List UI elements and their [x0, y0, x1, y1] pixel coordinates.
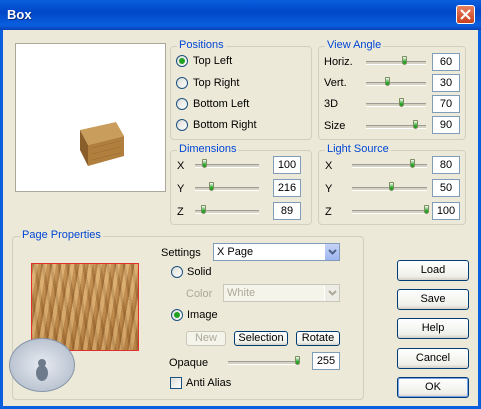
light-z-label: Z — [325, 206, 332, 218]
dim-z-label: Z — [177, 206, 184, 218]
help-button[interactable]: Help — [397, 318, 469, 339]
light-x-input[interactable]: 80 — [432, 156, 460, 174]
opaque-slider-thumb[interactable] — [295, 356, 300, 365]
light-y-slider-thumb[interactable] — [388, 182, 394, 191]
color-dropdown-button[interactable] — [324, 285, 339, 301]
selection-button[interactable]: Selection — [234, 331, 288, 346]
dim-y-slider[interactable] — [195, 187, 259, 191]
horiz-slider[interactable] — [366, 61, 426, 65]
view-angle-group-label: View Angle — [325, 39, 384, 51]
chevron-down-icon — [328, 290, 337, 296]
horiz-input[interactable]: 60 — [432, 53, 460, 71]
opaque-slider[interactable] — [228, 361, 298, 365]
dimensions-group-label: Dimensions — [177, 143, 239, 155]
light-source-group-label: Light Source — [325, 143, 391, 155]
radio-top-right[interactable] — [176, 77, 188, 89]
radio-image-label: Image — [187, 309, 218, 321]
3d-label: 3D — [324, 98, 339, 110]
page-properties-group-label: Page Properties — [20, 229, 103, 241]
dim-y-slider-thumb[interactable] — [208, 182, 214, 191]
vert-slider[interactable] — [366, 82, 426, 86]
settings-dropdown-value: X Page — [217, 246, 254, 258]
horiz-label: Horiz. — [324, 56, 353, 68]
horiz-slider-thumb[interactable] — [401, 56, 407, 65]
light-z-input[interactable]: 100 — [432, 202, 460, 220]
new-button[interactable]: New — [186, 331, 226, 346]
radio-bottom-left[interactable] — [176, 98, 188, 110]
color-dropdown-value: White — [227, 287, 256, 299]
box-preview — [15, 43, 166, 192]
claudia-watermark-logo — [9, 338, 75, 392]
radio-top-right-label: Top Right — [193, 77, 240, 89]
vert-label: Vert. — [324, 77, 347, 89]
close-button[interactable] — [456, 5, 475, 24]
watermark-icon — [36, 359, 48, 381]
dim-y-label: Y — [177, 183, 185, 195]
radio-solid-label: Solid — [187, 266, 212, 278]
settings-label: Settings — [161, 247, 201, 259]
wooden-box-icon — [80, 122, 124, 166]
anti-alias-checkbox[interactable] — [170, 377, 182, 389]
window-title: Box — [7, 7, 32, 22]
light-y-input[interactable]: 50 — [432, 179, 460, 197]
color-dropdown[interactable]: White — [223, 284, 340, 302]
radio-top-left[interactable] — [176, 55, 188, 67]
vert-slider-thumb[interactable] — [384, 77, 390, 86]
save-button[interactable]: Save — [397, 289, 469, 310]
cancel-button[interactable]: Cancel — [397, 348, 469, 369]
radio-image[interactable] — [171, 309, 183, 321]
radio-top-left-label: Top Left — [193, 55, 233, 67]
3d-input[interactable]: 70 — [432, 95, 460, 113]
dim-x-input[interactable]: 100 — [273, 156, 301, 174]
opaque-label: Opaque — [169, 357, 209, 369]
radio-bottom-left-label: Bottom Left — [193, 98, 250, 110]
light-z-slider[interactable] — [352, 210, 427, 214]
light-x-slider-thumb[interactable] — [409, 159, 415, 168]
radio-bottom-right-label: Bottom Right — [193, 119, 257, 131]
ok-button[interactable]: OK — [397, 377, 469, 398]
positions-group-label: Positions — [177, 39, 226, 51]
light-z-slider-thumb[interactable] — [424, 205, 429, 214]
opaque-input[interactable]: 255 — [312, 352, 340, 370]
light-x-label: X — [325, 160, 333, 172]
size-slider-thumb[interactable] — [412, 120, 418, 129]
size-label: Size — [324, 120, 346, 132]
close-icon — [460, 9, 471, 20]
title-bar: Box — [0, 0, 481, 30]
light-x-slider[interactable] — [352, 164, 427, 168]
radio-bottom-right[interactable] — [176, 119, 188, 131]
settings-dropdown-button[interactable] — [324, 244, 339, 260]
load-button[interactable]: Load — [397, 260, 469, 281]
dim-y-input[interactable]: 216 — [273, 179, 301, 197]
chevron-down-icon — [328, 249, 337, 255]
vert-input[interactable]: 30 — [432, 74, 460, 92]
anti-alias-label: Anti Alias — [186, 377, 232, 389]
size-input[interactable]: 90 — [432, 116, 460, 134]
color-label: Color — [186, 288, 213, 300]
settings-dropdown[interactable]: X Page — [213, 243, 340, 261]
dim-z-input[interactable]: 89 — [273, 202, 301, 220]
dim-x-label: X — [177, 160, 185, 172]
rotate-button[interactable]: Rotate — [296, 331, 340, 346]
dim-z-slider-thumb[interactable] — [201, 205, 207, 214]
dim-x-slider-thumb[interactable] — [202, 159, 207, 168]
light-y-label: Y — [325, 183, 333, 195]
3d-slider[interactable] — [366, 103, 426, 107]
3d-slider-thumb[interactable] — [398, 98, 404, 107]
radio-solid[interactable] — [171, 266, 183, 278]
